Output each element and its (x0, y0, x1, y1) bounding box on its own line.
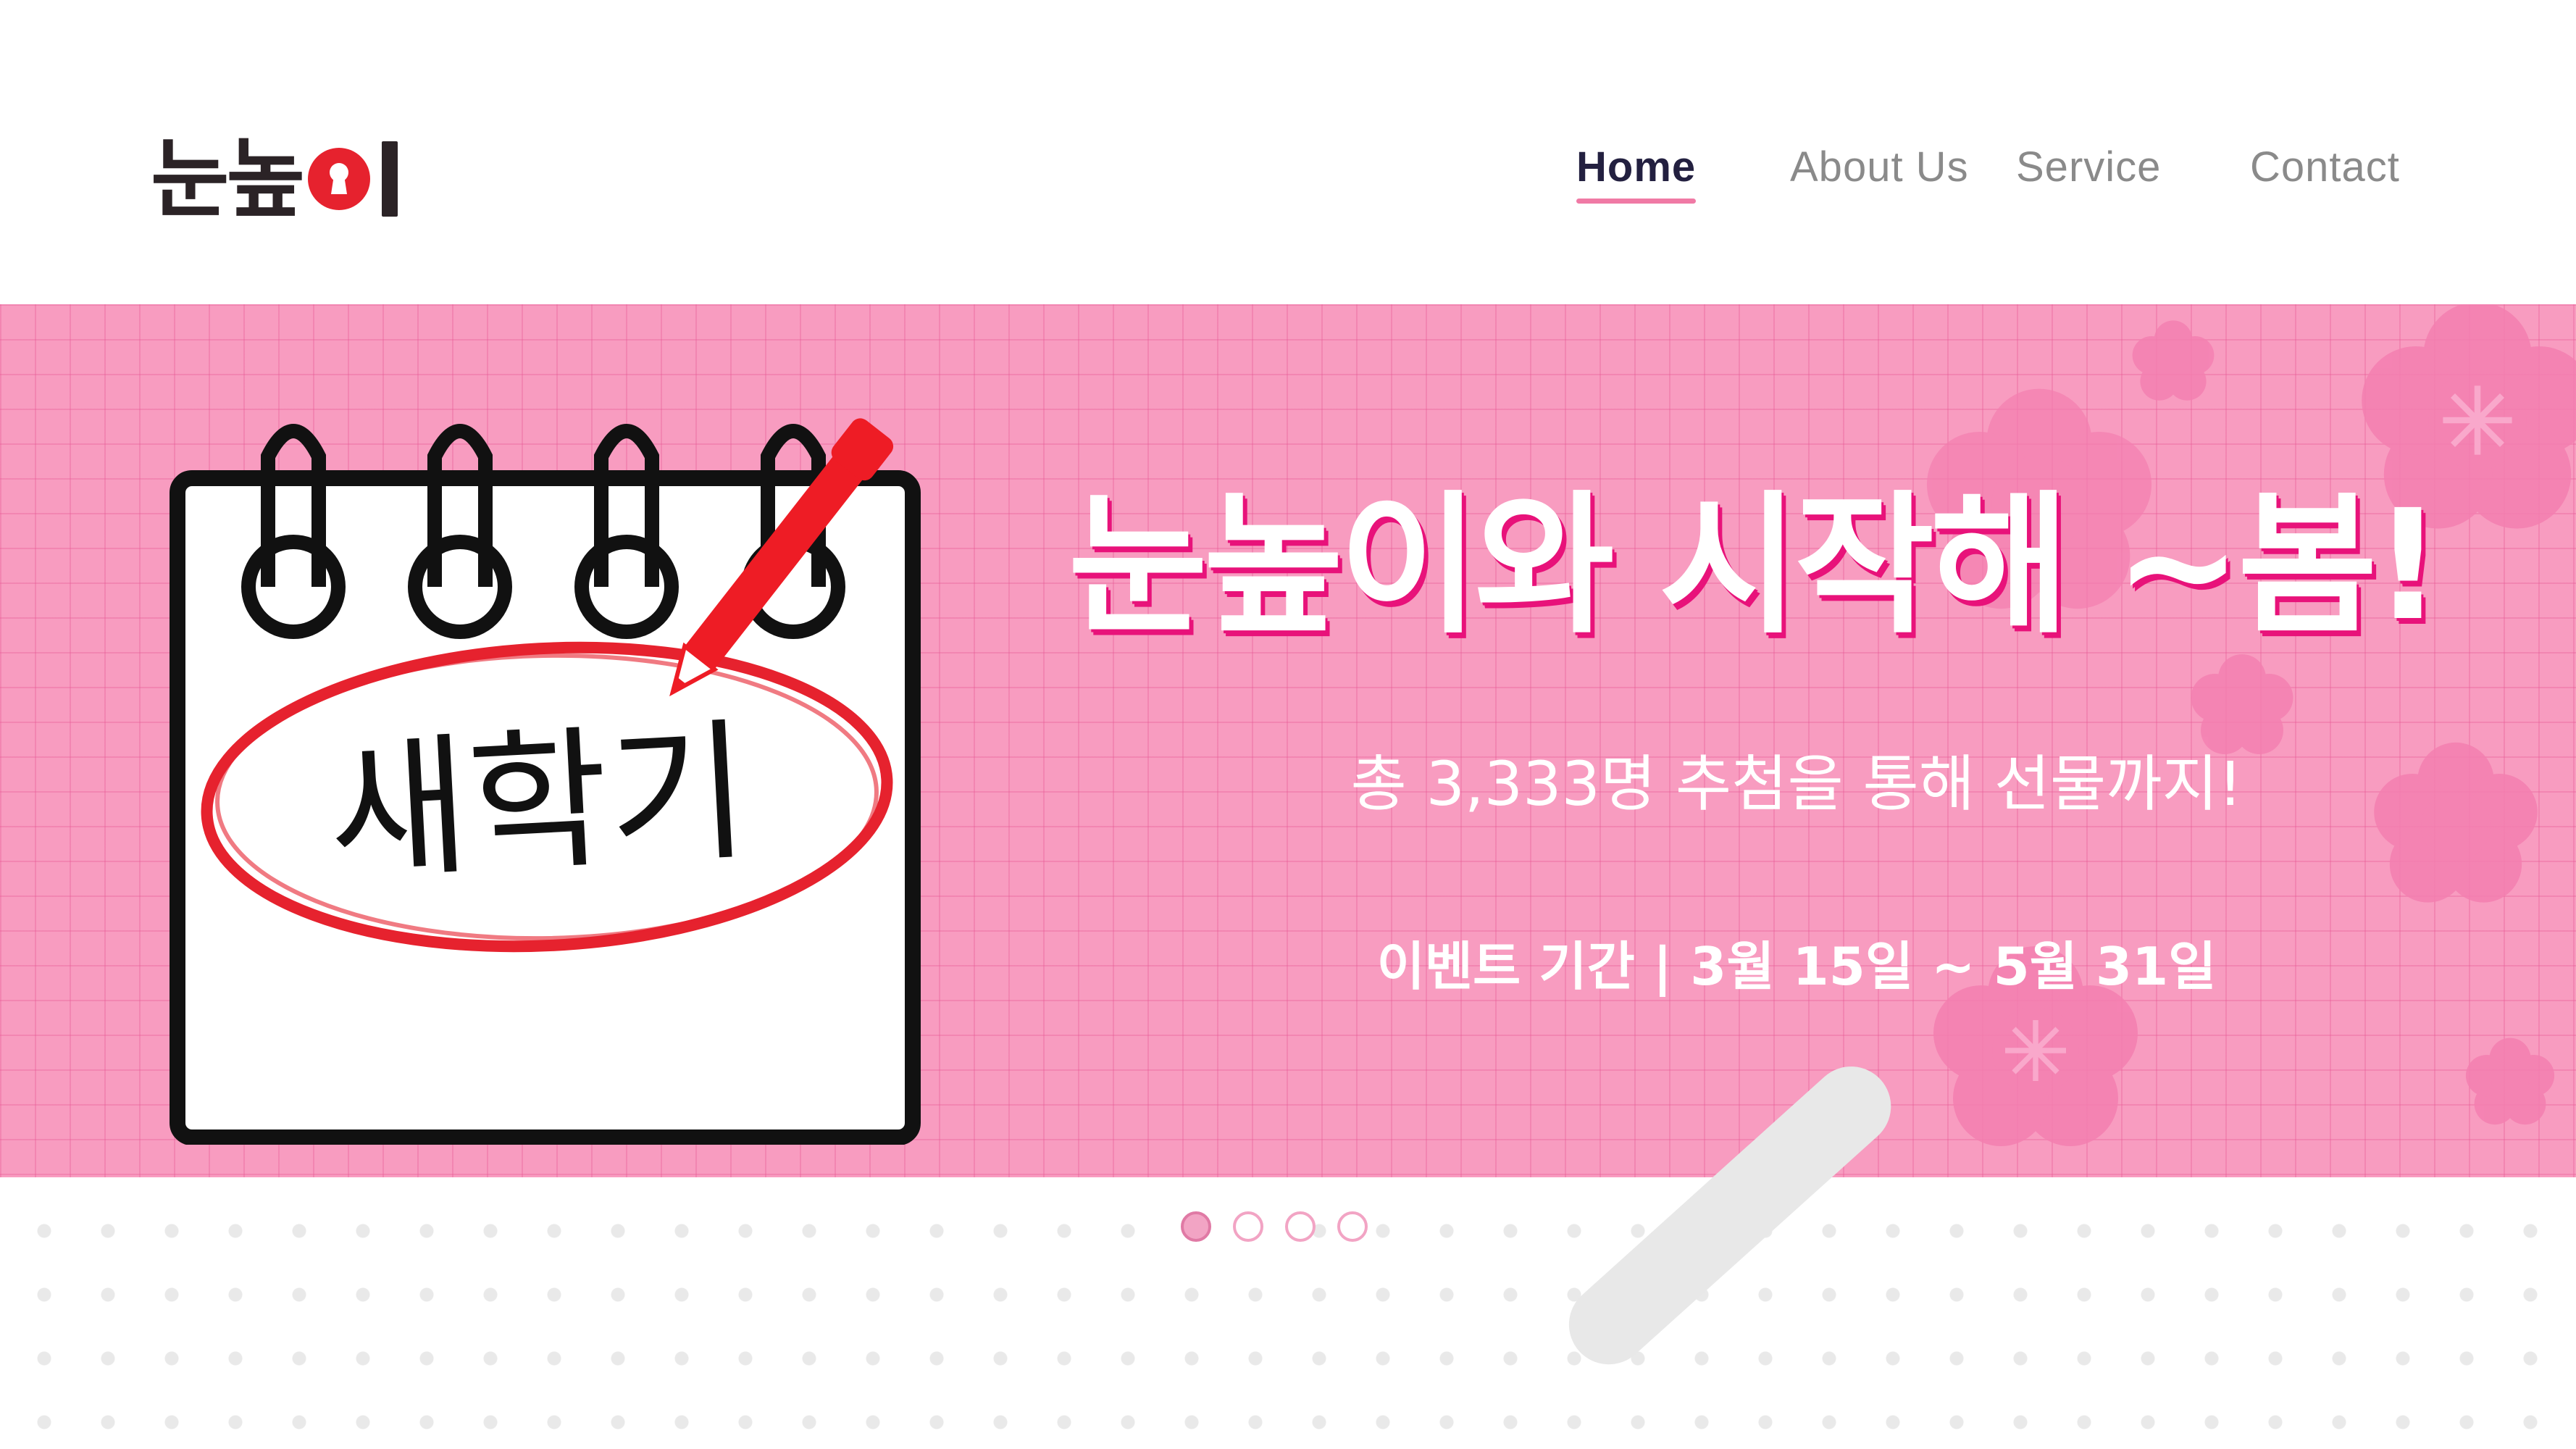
site-header: 눈높 Home About Us Service Contact (0, 0, 2576, 304)
nav-service[interactable]: Service (2016, 142, 2161, 214)
event-period: 이벤트 기간 | 3월 15일 ~ 5월 31일 (1376, 936, 2217, 997)
nav-about-us-label: About Us (1790, 143, 1969, 191)
pagination-dot-4[interactable] (1337, 1211, 1368, 1242)
pagination-dot-1[interactable] (1181, 1211, 1211, 1242)
nav-service-label: Service (2016, 143, 2162, 191)
active-nav-underline (1576, 199, 1697, 204)
slider-pagination (1181, 1211, 1368, 1248)
pagination-dot-3[interactable] (1285, 1211, 1316, 1242)
nav-about-us[interactable]: About Us (1790, 142, 1969, 214)
keyhole-icon (306, 146, 372, 212)
hero-banner[interactable]: 새학기 눈높이와 시작해 ~봄! 총 3,333명 추첨을 통해 선물까지! 이… (0, 304, 2576, 1177)
pagination-dot-2[interactable] (1233, 1211, 1263, 1242)
nav-contact-label: Contact (2250, 143, 2400, 191)
banner-subtitle: 총 3,333명 추첨을 통해 선물까지! (1350, 748, 2243, 819)
flower-icon (2465, 1037, 2555, 1125)
nav-home[interactable]: Home (1576, 142, 1697, 214)
logo-letter-bar (382, 141, 398, 217)
nav-contact[interactable]: Contact (2250, 142, 2400, 214)
flower-icon (2374, 742, 2538, 903)
nav-home-label: Home (1576, 143, 1697, 191)
flower-icon (2132, 320, 2215, 401)
site-logo[interactable]: 눈높 (151, 132, 398, 226)
banner-title: 눈높이와 시작해 ~봄! (1068, 477, 2443, 654)
logo-text: 눈높 (151, 129, 305, 229)
notepad-text: 새학기 (324, 703, 753, 902)
main-nav: Home About Us Service Contact (1489, 142, 2576, 222)
notepad-illustration: 새학기 (163, 355, 1054, 1145)
